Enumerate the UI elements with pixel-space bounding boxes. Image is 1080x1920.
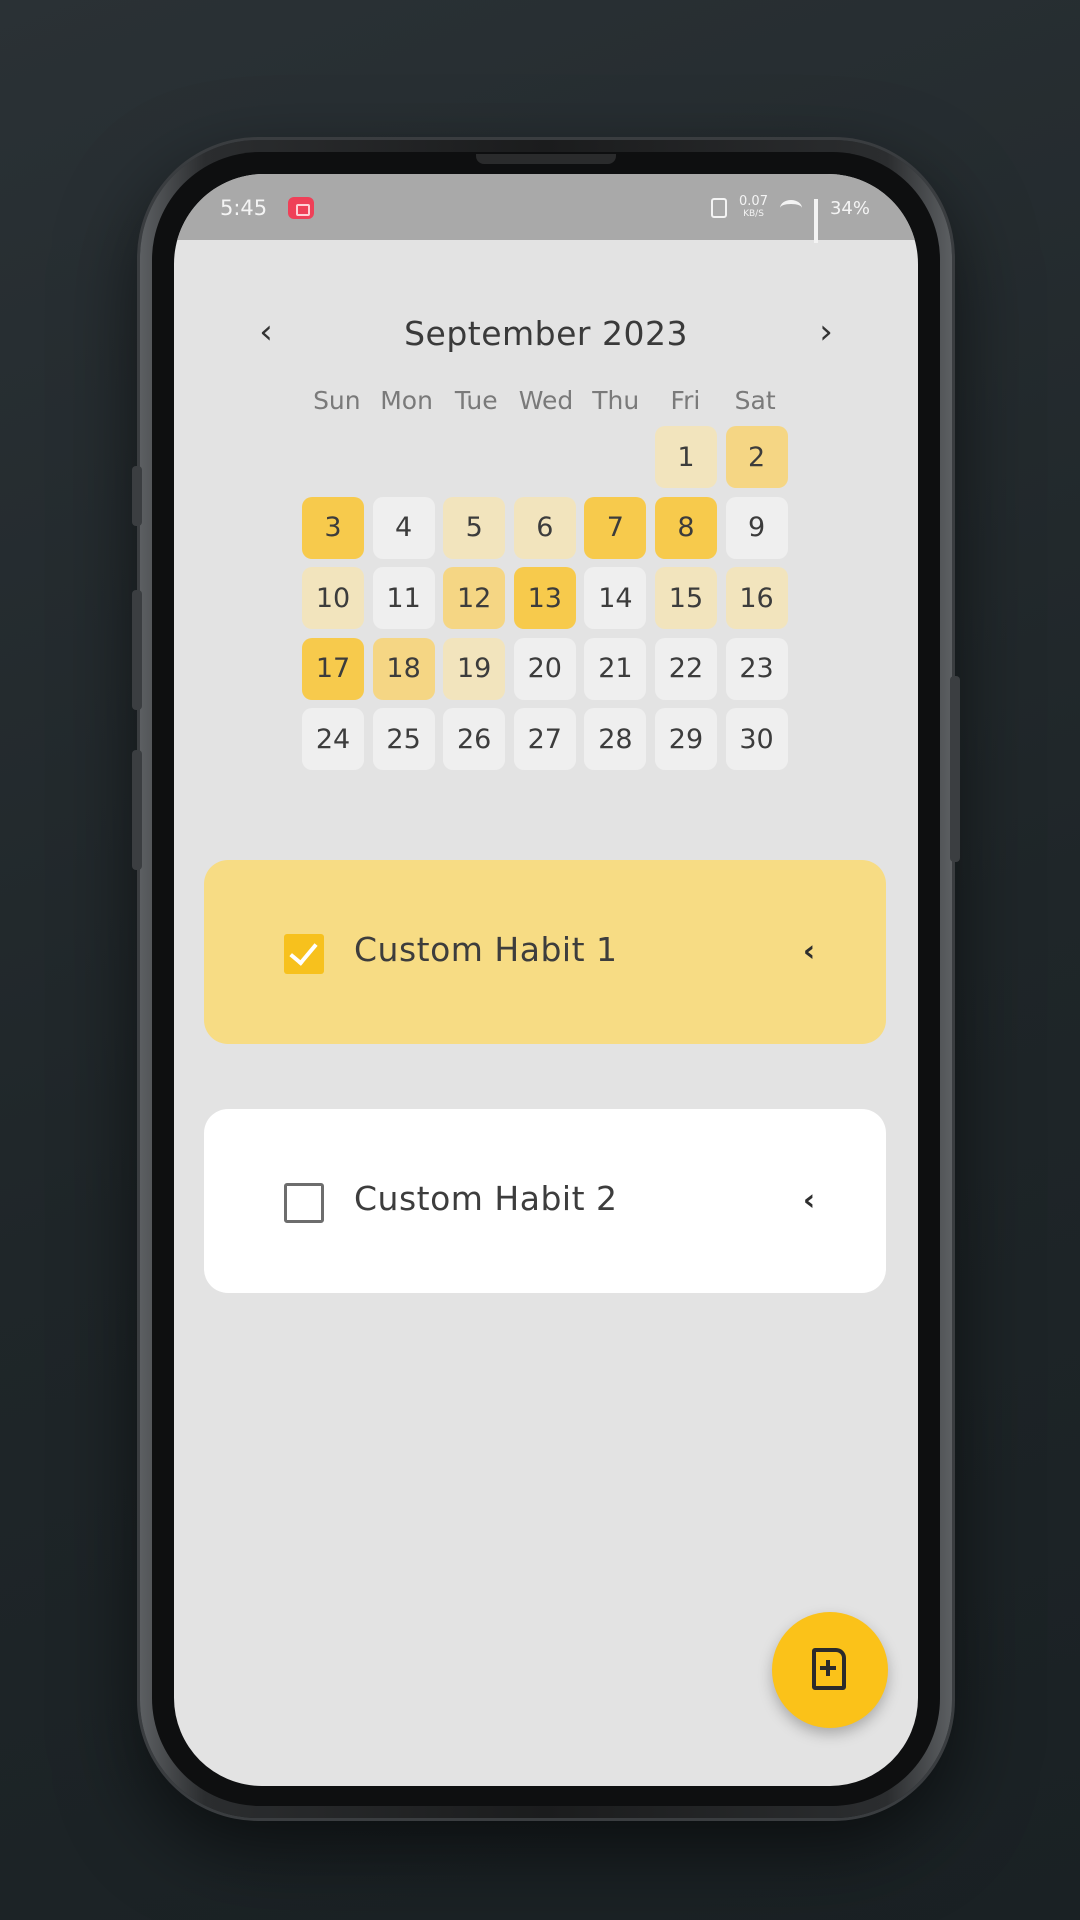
signal-icon — [813, 199, 818, 243]
calendar-day[interactable]: 8 — [654, 496, 717, 559]
phone-side-button — [132, 466, 142, 526]
vibrate-icon — [711, 198, 728, 218]
calendar-day[interactable]: 10 — [302, 567, 364, 629]
weekday-label: Sun — [313, 386, 361, 415]
calendar-day[interactable]: 28 — [584, 708, 647, 770]
calendar-day[interactable]: 6 — [513, 496, 576, 559]
calendar-day[interactable]: 13 — [513, 567, 576, 629]
phone-power-button — [950, 676, 960, 862]
network-rate-unit: KB/S — [743, 209, 764, 219]
weekday-label: Fri — [670, 386, 701, 415]
calendar-day[interactable]: 19 — [443, 637, 506, 700]
calendar-day[interactable]: 17 — [302, 637, 364, 700]
chevron-left-icon[interactable]: ‹ — [794, 1181, 824, 1221]
weekday-label: Wed — [518, 386, 574, 415]
phone-volume-up-button — [132, 590, 142, 710]
weekday-label: Sat — [734, 386, 776, 415]
calendar-empty-cell — [584, 426, 646, 488]
calendar-day[interactable]: 27 — [513, 708, 576, 770]
calendar-day[interactable]: 7 — [584, 496, 647, 559]
phone-speaker-notch — [476, 154, 616, 164]
habit-checkbox[interactable] — [284, 1183, 324, 1223]
battery-level: 34% — [829, 197, 870, 219]
calendar-day[interactable]: 1 — [654, 426, 717, 488]
calendar-day[interactable]: 22 — [654, 637, 717, 700]
calendar-day[interactable]: 26 — [443, 708, 506, 770]
calendar-day[interactable]: 12 — [443, 567, 506, 629]
calendar-day[interactable]: 29 — [654, 708, 717, 770]
calendar-header: ‹ September 2023 › — [174, 304, 918, 364]
calendar-empty-cell — [373, 426, 435, 488]
habit-card[interactable]: Custom Habit 2 ‹ — [204, 1109, 886, 1293]
calendar-day[interactable]: 14 — [584, 567, 647, 629]
add-file-icon — [812, 1648, 846, 1690]
habit-card[interactable]: Custom Habit 1 ‹ — [204, 860, 886, 1044]
calendar-day[interactable]: 3 — [302, 496, 364, 559]
status-time: 5:45 — [220, 196, 268, 220]
phone-volume-down-button — [132, 750, 142, 870]
app-screen: 5:45 0.07 KB/S 34% ‹ September 2023 › Su… — [174, 174, 918, 1786]
calendar-day[interactable]: 11 — [372, 567, 435, 629]
next-month-button[interactable]: › — [806, 312, 846, 352]
calendar-day[interactable]: 16 — [725, 567, 788, 629]
calendar-day[interactable]: 9 — [725, 496, 788, 559]
weekday-header-row: Sun Mon Tue Wed Thu Fri Sat — [302, 386, 790, 422]
calendar-day[interactable]: 5 — [443, 496, 506, 559]
calendar-day[interactable]: 2 — [725, 426, 788, 488]
network-rate: 0.07 KB/S — [739, 194, 768, 220]
habit-checkbox[interactable] — [284, 934, 324, 974]
calendar-days-grid: 1 2 3 4 5 6 7 8 9 10 11 12 13 14 15 16 17 18 19 20 21 22 23 24 2… — [302, 426, 792, 770]
weekday-label: Tue — [454, 386, 498, 415]
calendar-day[interactable]: 24 — [302, 708, 364, 770]
chevron-left-icon[interactable]: ‹ — [794, 932, 824, 972]
calendar-empty-cell — [443, 426, 505, 488]
habit-label: Custom Habit 2 — [354, 1179, 618, 1218]
network-rate-value: 0.07 — [739, 194, 768, 209]
calendar-day[interactable]: 20 — [513, 637, 576, 700]
calendar-day[interactable]: 18 — [372, 637, 435, 700]
weekday-label: Thu — [592, 386, 640, 415]
calendar-day[interactable]: 4 — [372, 496, 435, 559]
status-icons: 0.07 KB/S 34% — [711, 194, 870, 243]
calendar-empty-cell — [514, 426, 576, 488]
wifi-icon — [779, 200, 802, 216]
calendar-day[interactable]: 23 — [725, 637, 788, 700]
status-bar: 5:45 0.07 KB/S 34% — [174, 174, 918, 243]
add-habit-fab[interactable] — [772, 1612, 888, 1728]
calendar-empty-cell — [302, 426, 364, 488]
calendar-day[interactable]: 30 — [725, 708, 788, 770]
habit-label: Custom Habit 1 — [354, 930, 618, 969]
calendar-day[interactable]: 15 — [654, 567, 717, 629]
weekday-label: Mon — [380, 386, 433, 415]
calendar-day[interactable]: 21 — [584, 637, 647, 700]
calendar-day[interactable]: 25 — [372, 708, 435, 770]
screen-record-icon — [288, 197, 314, 219]
